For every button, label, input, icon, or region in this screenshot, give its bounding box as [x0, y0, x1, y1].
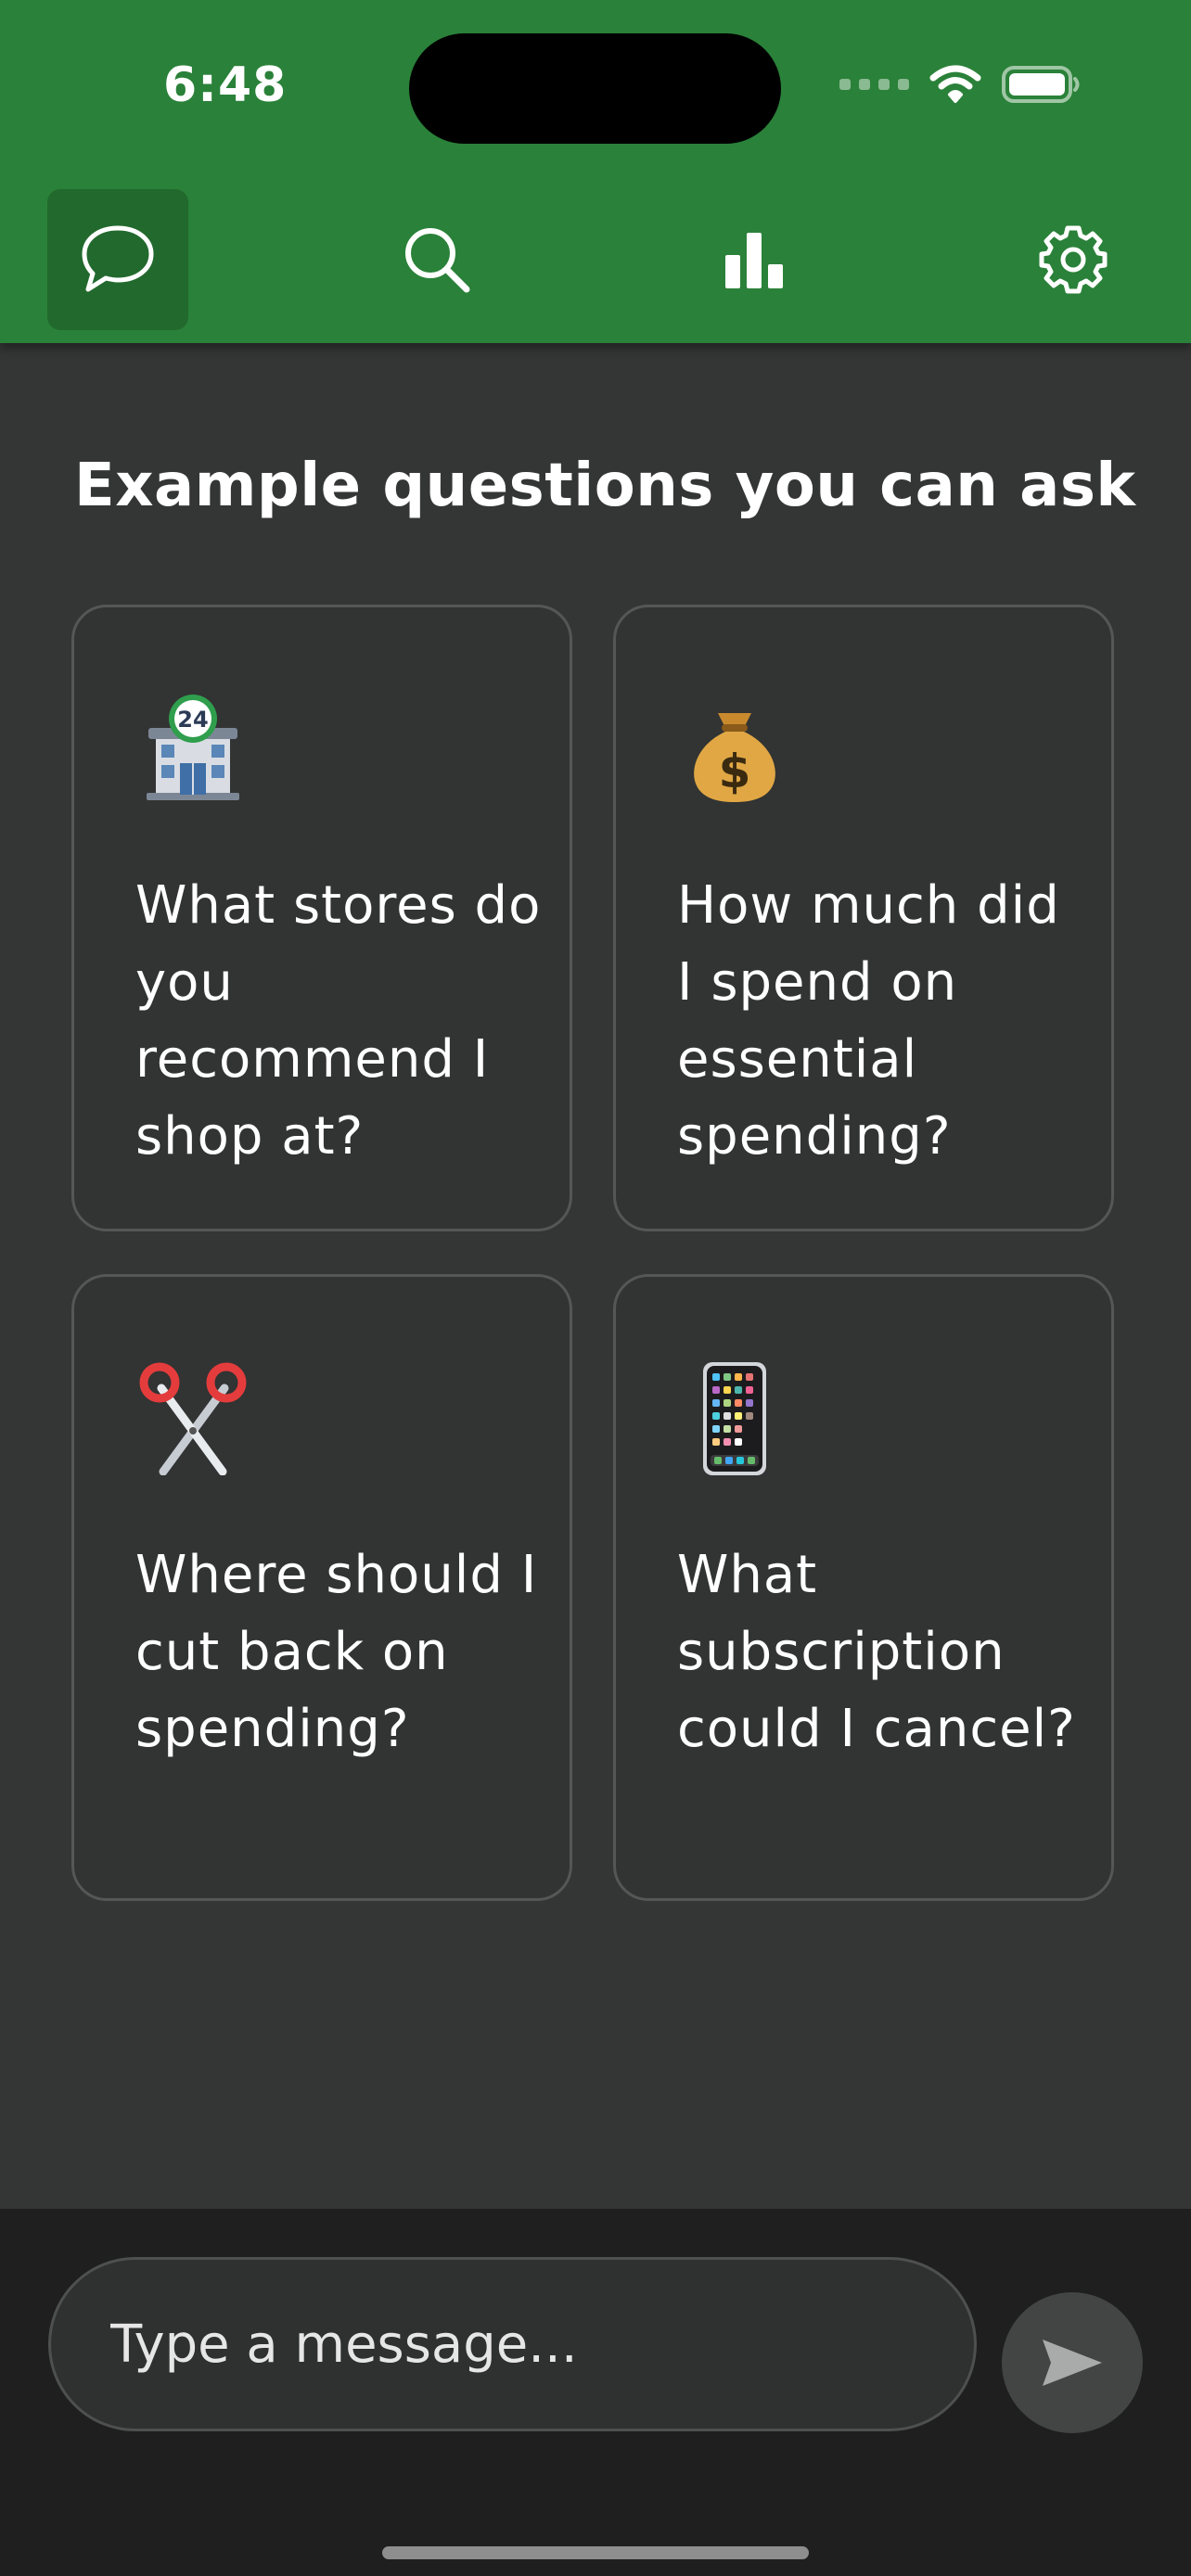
suggestion-text: What subscription could I cancel? — [677, 1545, 1076, 1759]
send-icon — [1043, 2340, 1102, 2386]
svg-text:24: 24 — [177, 707, 208, 733]
tab-insights[interactable] — [684, 189, 825, 330]
suggestion-text: How much did I spend on essential spendi… — [677, 875, 1060, 1167]
battery-icon — [1002, 66, 1080, 103]
suggestion-card-subscription[interactable]: What subscription could I cancel? — [613, 1274, 1114, 1901]
gear-icon — [1039, 225, 1108, 294]
convenience-store-icon: 24 — [147, 695, 239, 800]
tab-settings[interactable] — [1003, 189, 1144, 330]
chat-empty-state: Example questions you can ask 24 What st… — [0, 343, 1191, 1901]
bar-chart-icon — [725, 233, 783, 288]
scissors-icon — [139, 1362, 247, 1475]
cellular-signal-icon — [839, 79, 909, 90]
chat-bubble-icon — [82, 225, 154, 292]
status-time: 6:48 — [163, 57, 288, 113]
suggestion-card-essential-spending[interactable]: $ How much did I spend on essential spen… — [613, 605, 1114, 1231]
tab-search[interactable] — [366, 189, 507, 330]
suggestion-card-cut-back[interactable]: Where should I cut back on spending? — [71, 1274, 572, 1901]
suggestion-card-stores[interactable]: 24 What stores do you recommend I shop a… — [71, 605, 572, 1231]
mobile-phone-icon — [703, 1362, 766, 1475]
suggestion-text: Where should I cut back on spending? — [135, 1545, 538, 1759]
svg-text:$: $ — [719, 745, 751, 798]
message-composer — [0, 2209, 1191, 2576]
tab-chat[interactable] — [47, 189, 188, 330]
send-button[interactable] — [1002, 2292, 1143, 2433]
message-input[interactable] — [48, 2257, 977, 2431]
app-header: 6:48 — [0, 0, 1191, 343]
dynamic-island — [409, 33, 781, 144]
money-bag-icon: $ — [694, 713, 775, 802]
search-icon — [405, 228, 470, 293]
suggestion-text: What stores do you recommend I shop at? — [135, 875, 542, 1167]
home-indicator — [382, 2546, 809, 2559]
wifi-icon — [929, 65, 981, 103]
status-indicators — [839, 65, 1082, 104]
section-title: Example questions you can ask — [74, 452, 1136, 520]
tab-bar — [0, 189, 1191, 330]
